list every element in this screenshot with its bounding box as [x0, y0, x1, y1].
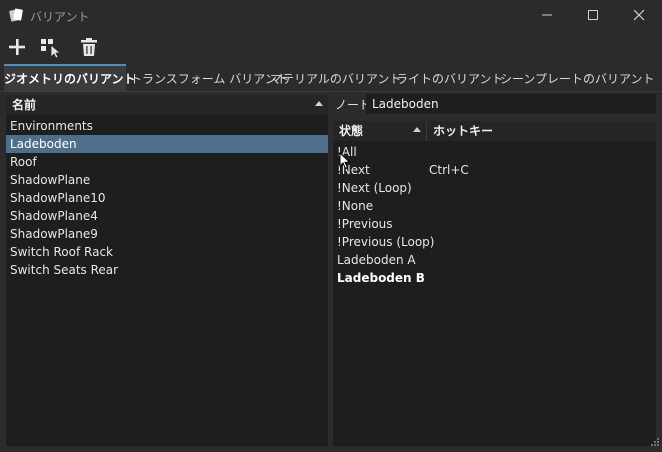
- select-pointer-icon: [41, 39, 62, 58]
- tab-light-variants[interactable]: ライトのバリアント: [396, 66, 504, 92]
- close-button[interactable]: [616, 0, 662, 30]
- state-column-label: 状態: [339, 124, 364, 138]
- tab-material-variants[interactable]: マテリアルのバリアント: [270, 66, 401, 92]
- window-title: バリアント: [30, 10, 90, 24]
- name-column-header[interactable]: 名前: [6, 95, 328, 115]
- tab-transform-variants[interactable]: トランスフォーム バリアント: [130, 66, 289, 92]
- list-item-environments[interactable]: Environments: [6, 117, 328, 135]
- maximize-icon: [588, 10, 598, 20]
- state-cell[interactable]: !None: [333, 197, 427, 215]
- tab-divider: [0, 91, 662, 92]
- list-item-switch-roof-rack[interactable]: Switch Roof Rack: [6, 243, 328, 261]
- state-cell[interactable]: !Previous (Loop): [333, 233, 483, 251]
- hotkey-cell[interactable]: Ctrl+C: [425, 161, 545, 179]
- name-column-label: 名前: [12, 98, 37, 112]
- state-cell[interactable]: Ladeboden A: [333, 251, 483, 269]
- list-item-ladeboden[interactable]: Ladeboden: [6, 135, 328, 153]
- list-item-shadowplane10[interactable]: ShadowPlane10: [6, 189, 328, 207]
- tab-sceneplate-variants[interactable]: シーンプレートのバリアント: [500, 66, 655, 92]
- hotkey-column-header[interactable]: ホットキー: [427, 121, 656, 141]
- delete-button[interactable]: [76, 34, 102, 60]
- list-item-shadowplane4[interactable]: ShadowPlane4: [6, 207, 328, 225]
- state-cell[interactable]: !Previous: [333, 215, 427, 233]
- select-geometry-button[interactable]: [38, 34, 64, 60]
- plus-icon: [9, 39, 25, 55]
- add-variant-button[interactable]: [4, 34, 30, 60]
- list-item-roof[interactable]: Roof: [6, 153, 328, 171]
- sort-ascending-icon: [315, 101, 323, 106]
- list-item-switch-seats-rear[interactable]: Switch Seats Rear: [6, 261, 328, 279]
- hotkey-column-label: ホットキー: [433, 124, 494, 138]
- state-cell-active[interactable]: Ladeboden B: [333, 269, 483, 287]
- list-item-shadowplane9[interactable]: ShadowPlane9: [6, 225, 328, 243]
- cards-app-icon: [8, 7, 24, 23]
- sort-ascending-icon: [413, 127, 421, 132]
- resize-grip-icon[interactable]: [650, 436, 660, 450]
- node-name-field[interactable]: Ladeboden: [366, 94, 656, 114]
- minimize-icon: [542, 14, 552, 16]
- state-cell[interactable]: !Next (Loop): [333, 179, 483, 197]
- close-icon: [633, 9, 645, 21]
- list-item-shadowplane[interactable]: ShadowPlane: [6, 171, 328, 189]
- mouse-cursor-icon: [339, 151, 351, 173]
- minimize-button[interactable]: [524, 0, 570, 30]
- trash-icon: [81, 38, 97, 56]
- tab-geometry-variants[interactable]: ジオメトリのバリアント: [4, 64, 136, 92]
- maximize-button[interactable]: [570, 0, 616, 30]
